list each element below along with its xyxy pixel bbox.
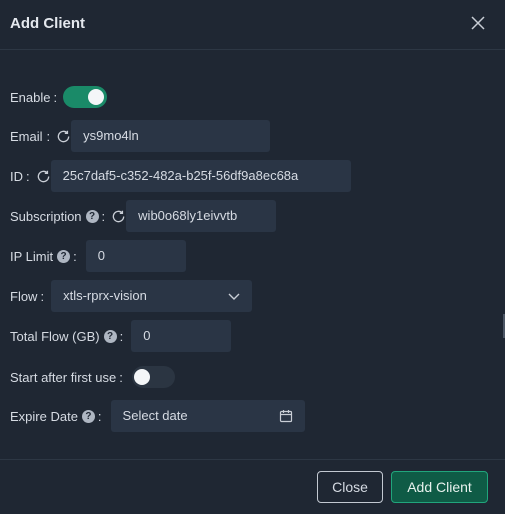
toggle-knob — [88, 89, 105, 105]
ip-limit-input[interactable]: 0 — [85, 240, 186, 272]
help-icon[interactable]: ? — [85, 209, 99, 223]
refresh-icon[interactable] — [111, 209, 126, 224]
chevron-down-icon — [228, 293, 240, 300]
flow-select[interactable]: xtls-rprx-vision — [51, 280, 253, 312]
add-client-modal: Add Client Enable: Email: ys9mo4ln ID: 2… — [0, 0, 505, 514]
start-after-first-use-label: Start after first use: — [10, 369, 123, 385]
help-icon[interactable]: ? — [103, 329, 117, 343]
refresh-icon[interactable] — [36, 169, 51, 184]
enable-toggle[interactable] — [63, 86, 108, 108]
flow-row: Flow: xtls-rprx-vision — [10, 280, 253, 312]
ip-limit-label: IP Limit ? : — [10, 248, 77, 264]
id-row: ID: 25c7daf5-c352-482a-b25f-56df9a8ec68a — [10, 160, 351, 192]
email-input[interactable]: ys9mo4ln — [71, 120, 271, 152]
close-icon[interactable] — [471, 16, 485, 30]
toggle-knob — [133, 369, 150, 385]
add-client-button[interactable]: Add Client — [391, 471, 488, 503]
help-icon[interactable]: ? — [57, 249, 71, 263]
enable-label: Enable: — [10, 89, 58, 105]
total-flow-input[interactable]: 0 — [131, 320, 232, 352]
refresh-icon[interactable] — [56, 129, 71, 144]
modal-footer: Close Add Client — [0, 459, 505, 514]
subscription-row: Subscription ? : wib0o68ly1eivvtb — [10, 200, 277, 232]
help-icon[interactable]: ? — [81, 409, 95, 423]
total-flow-label: Total Flow (GB) ? : — [10, 328, 124, 344]
email-row: Email: ys9mo4ln — [10, 120, 271, 152]
flow-selected-value: xtls-rprx-vision — [63, 288, 147, 303]
total-flow-row: Total Flow (GB) ? : 0 — [10, 320, 232, 352]
expire-date-picker[interactable]: Select date — [110, 400, 305, 432]
close-button[interactable]: Close — [317, 471, 383, 503]
ip-limit-row: IP Limit ? : 0 — [10, 240, 186, 272]
subscription-label: Subscription ? : — [10, 208, 106, 224]
start-after-first-use-toggle[interactable] — [131, 366, 175, 388]
id-input[interactable]: 25c7daf5-c352-482a-b25f-56df9a8ec68a — [50, 160, 351, 192]
modal-header: Add Client — [0, 0, 505, 50]
email-label: Email: — [10, 128, 51, 144]
expire-date-label: Expire Date ? : — [10, 408, 102, 424]
calendar-icon — [279, 410, 292, 423]
enable-row: Enable: — [10, 81, 108, 113]
modal-title: Add Client — [10, 15, 85, 32]
id-label: ID: — [10, 168, 30, 184]
subscription-input[interactable]: wib0o68ly1eivvtb — [126, 200, 277, 232]
flow-label: Flow: — [10, 288, 45, 304]
start-after-first-use-row: Start after first use: — [10, 361, 175, 393]
expire-date-row: Expire Date ? : Select date — [10, 400, 305, 432]
expire-date-placeholder: Select date — [122, 408, 188, 423]
